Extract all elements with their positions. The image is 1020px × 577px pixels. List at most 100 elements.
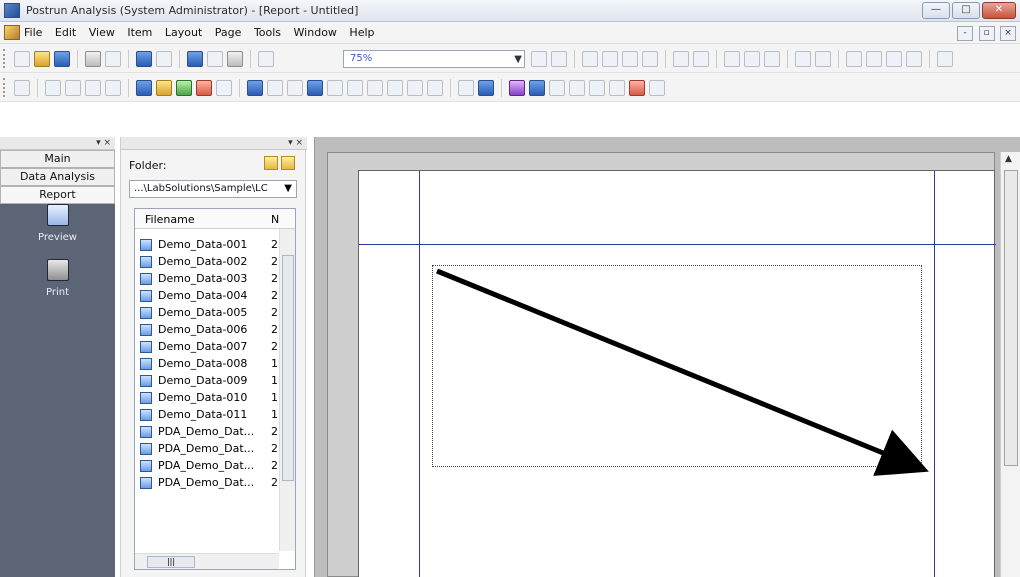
ellipse-icon[interactable] <box>105 80 121 96</box>
panel-close-icon[interactable]: ▾ × <box>288 138 303 148</box>
merge-icon[interactable] <box>649 80 665 96</box>
line-icon[interactable] <box>45 80 61 96</box>
menu-page[interactable]: Page <box>215 26 242 39</box>
layout-icon[interactable] <box>227 51 243 67</box>
list-item[interactable]: Demo_Data-003 2 <box>135 271 295 288</box>
toolbar-grip[interactable] <box>3 49 6 68</box>
page-first-icon[interactable] <box>846 51 862 67</box>
align-center-icon[interactable] <box>602 51 618 67</box>
open-icon[interactable] <box>34 51 50 67</box>
file-list-horizontal-scrollbar[interactable]: ||| <box>135 553 279 569</box>
list-item[interactable]: Demo_Data-011 1 <box>135 407 295 424</box>
bar-chart-icon[interactable] <box>307 80 323 96</box>
page-last-icon[interactable] <box>906 51 922 67</box>
save-icon[interactable] <box>54 51 70 67</box>
peak-table-icon[interactable] <box>156 80 172 96</box>
print-icon[interactable] <box>85 51 101 67</box>
same-width-icon[interactable] <box>724 51 740 67</box>
file-list-vertical-scrollbar[interactable] <box>279 229 295 551</box>
arrow-shape[interactable] <box>359 171 996 577</box>
list-item[interactable]: Demo_Data-006 2 <box>135 322 295 339</box>
select-tool-icon[interactable] <box>136 51 152 67</box>
scroll-thumb[interactable] <box>1004 170 1018 466</box>
summary-table-icon[interactable] <box>347 80 363 96</box>
same-height-icon[interactable] <box>744 51 760 67</box>
folder-up-icon[interactable] <box>281 156 295 170</box>
menu-window[interactable]: Window <box>294 26 337 39</box>
list-item[interactable]: Demo_Data-002 2 <box>135 254 295 271</box>
help-icon[interactable] <box>258 51 274 67</box>
list-item[interactable]: Demo_Data-010 1 <box>135 390 295 407</box>
tab-report[interactable]: Report <box>0 186 115 204</box>
zoom-fit-icon[interactable] <box>815 51 831 67</box>
mdi-restore-button[interactable]: ▫ <box>978 26 995 41</box>
spectrum-icon[interactable] <box>176 80 192 96</box>
list-item[interactable]: PDA_Demo_Dat... 2 <box>135 475 295 492</box>
page-next-icon[interactable] <box>886 51 902 67</box>
preview-button[interactable]: Preview <box>0 204 115 243</box>
data-view-icon[interactable] <box>247 80 263 96</box>
scroll-up-icon[interactable]: ▲ <box>1005 154 1012 164</box>
pointer-icon[interactable] <box>14 80 30 96</box>
list-item[interactable]: Demo_Data-007 2 <box>135 339 295 356</box>
list-table-icon[interactable] <box>367 80 383 96</box>
maximize-button[interactable]: □ <box>952 2 980 19</box>
list-item[interactable]: PDA_Demo_Dat... 2 <box>135 441 295 458</box>
text-icon[interactable] <box>458 80 474 96</box>
menu-file[interactable]: File <box>24 26 42 39</box>
tree-icon[interactable] <box>327 80 343 96</box>
grid-icon[interactable] <box>937 51 953 67</box>
toolbar-grip[interactable] <box>3 78 6 97</box>
minimize-button[interactable]: — <box>922 2 950 19</box>
color-icon[interactable] <box>509 80 525 96</box>
tab-main[interactable]: Main <box>0 150 115 168</box>
list-item[interactable]: Demo_Data-005 2 <box>135 305 295 322</box>
new-icon[interactable] <box>14 51 30 67</box>
list-item[interactable]: PDA_Demo_Dat... 2 <box>135 458 295 475</box>
print-preview-icon[interactable] <box>105 51 121 67</box>
panel-close-icon[interactable]: ▾ × <box>96 138 111 148</box>
zoom-select[interactable]: 75% ▼ <box>343 50 525 68</box>
redo-icon[interactable] <box>551 51 567 67</box>
page-setup-icon[interactable] <box>207 51 223 67</box>
group-icon[interactable] <box>156 51 172 67</box>
same-size-icon[interactable] <box>764 51 780 67</box>
list-item[interactable]: Demo_Data-004 2 <box>135 288 295 305</box>
menu-help[interactable]: Help <box>349 26 374 39</box>
tab-data-analysis[interactable]: Data Analysis <box>0 168 115 186</box>
column-filename[interactable]: Filename <box>145 213 195 226</box>
document-vertical-scrollbar[interactable]: ▲ <box>1000 152 1020 577</box>
align-top-icon[interactable] <box>622 51 638 67</box>
file-list[interactable]: Filename N Demo_Data-001 2 Demo_Data-002 2… <box>134 208 296 570</box>
report-page[interactable] <box>358 170 996 577</box>
batch-report-icon[interactable] <box>629 80 645 96</box>
menu-tools[interactable]: Tools <box>254 26 281 39</box>
page-view-icon[interactable] <box>187 51 203 67</box>
undo-icon[interactable] <box>531 51 547 67</box>
close-button[interactable]: ✕ <box>982 2 1016 19</box>
graph-icon[interactable] <box>267 80 283 96</box>
log-icon[interactable] <box>407 80 423 96</box>
chromatogram-icon[interactable] <box>136 80 152 96</box>
menu-item[interactable]: Item <box>127 26 152 39</box>
print-button[interactable]: Print <box>0 259 115 298</box>
peak-purity-icon[interactable] <box>569 80 585 96</box>
insert-object-icon[interactable] <box>795 51 811 67</box>
menu-layout[interactable]: Layout <box>165 26 202 39</box>
column-n[interactable]: N <box>271 213 279 226</box>
folder-path-select[interactable]: ...\LabSolutions\Sample\LC ▼ <box>129 180 297 198</box>
distribute-horizontal-icon[interactable] <box>693 51 709 67</box>
distribute-vertical-icon[interactable] <box>673 51 689 67</box>
list-item[interactable]: PDA_Demo_Dat... 2 <box>135 424 295 441</box>
spectral-search-icon[interactable] <box>609 80 625 96</box>
arrow-icon[interactable] <box>65 80 81 96</box>
sample-info-icon[interactable] <box>216 80 232 96</box>
menu-view[interactable]: View <box>89 26 115 39</box>
align-left-icon[interactable] <box>582 51 598 67</box>
list-item[interactable]: Demo_Data-009 1 <box>135 373 295 390</box>
rectangle-icon[interactable] <box>85 80 101 96</box>
compound-table-icon[interactable] <box>287 80 303 96</box>
folder-open-icon[interactable] <box>264 156 278 170</box>
mdi-minimize-button[interactable]: - <box>957 26 973 41</box>
calibration-icon[interactable] <box>196 80 212 96</box>
